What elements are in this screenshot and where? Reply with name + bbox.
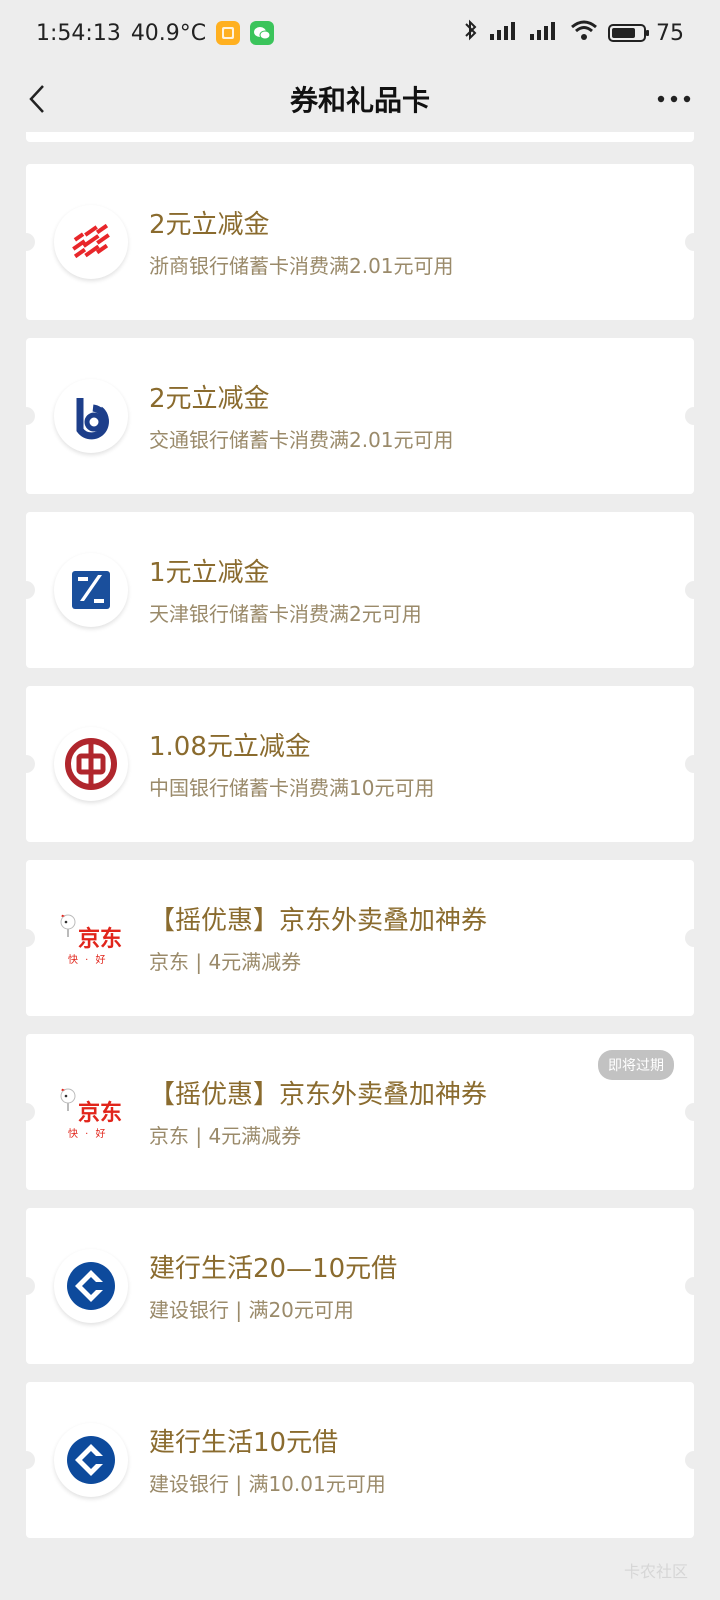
coupon-card[interactable]: 1.08元立减金 中国银行储蓄卡消费满10元可用 (17, 686, 703, 842)
battery-icon (608, 24, 649, 42)
expiring-badge: 即将过期 (598, 1050, 674, 1080)
more-dots-icon (657, 95, 691, 103)
chevron-left-icon (29, 85, 44, 113)
card-notch (685, 233, 703, 251)
card-notch (685, 407, 703, 425)
coupon-title: 【摇优惠】京东外卖叠加神券 (149, 906, 488, 936)
card-notch (17, 407, 35, 425)
card-notch (17, 755, 35, 773)
czbank-logo-icon (54, 205, 128, 279)
status-time: 1:54:13 (36, 20, 121, 46)
coupon-subtitle: 交通银行储蓄卡消费满2.01元可用 (149, 428, 454, 452)
card-notch (685, 755, 703, 773)
signal-icon-1 (490, 20, 520, 46)
card-notch (685, 1103, 703, 1121)
jd-logo-subtext: 快 · 好 (68, 955, 108, 966)
coupon-card[interactable]: 2元立减金 交通银行储蓄卡消费满2.01元可用 (17, 338, 703, 494)
back-button[interactable] (20, 82, 54, 116)
coupon-title: 2元立减金 (149, 210, 270, 240)
coupon-title: 建行生活10元借 (149, 1428, 339, 1458)
card-notch (685, 929, 703, 947)
bluetooth-icon (462, 18, 480, 48)
coupon-subtitle: 建设银行 | 满20元可用 (149, 1298, 354, 1322)
status-left: 1:54:13 40.9°C (36, 20, 275, 46)
coupon-card[interactable]: 即将过期 京东 快 · 好 【摇优惠】京东外卖叠加神券 京东 | 4元满减券 (17, 1034, 703, 1190)
jd-logo-text: 京东 (78, 1101, 123, 1126)
jd-logo-text: 京东 (78, 927, 123, 952)
coupon-subtitle: 建设银行 | 满10.01元可用 (149, 1472, 386, 1496)
card-notch (17, 581, 35, 599)
card-notch (17, 1103, 35, 1121)
coupon-subtitle: 浙商银行储蓄卡消费满2.01元可用 (149, 254, 454, 278)
card-notch (17, 929, 35, 947)
jd-dog-icon (59, 1087, 76, 1111)
partial-card (26, 132, 694, 142)
coupon-title: 2元立减金 (149, 384, 270, 414)
coupon-subtitle: 京东 | 4元满减券 (149, 950, 302, 974)
coupon-title: 1.08元立减金 (149, 732, 311, 762)
gallery-app-icon (216, 21, 241, 45)
card-notch (17, 1277, 35, 1295)
coupon-card[interactable]: 2元立减金 浙商银行储蓄卡消费满2.01元可用 (17, 164, 703, 320)
card-notch (685, 581, 703, 599)
coupon-card[interactable]: 建行生活20—10元借 建设银行 | 满20元可用 (17, 1208, 703, 1364)
coupon-card[interactable]: 1元立减金 天津银行储蓄卡消费满2元可用 (17, 512, 703, 668)
coupon-title: 1元立减金 (149, 558, 270, 588)
wechat-app-icon (250, 21, 275, 45)
jd-logo-icon: 京东 快 · 好 (54, 901, 128, 975)
battery-fill (612, 28, 635, 38)
coupon-title: 【摇优惠】京东外卖叠加神券 (149, 1080, 488, 1110)
page-title: 券和礼品卡 (289, 84, 430, 117)
more-button[interactable] (652, 86, 696, 112)
ccb-logo-icon (54, 1249, 128, 1323)
status-right: 75 (462, 18, 684, 48)
status-temperature: 40.9°C (130, 20, 207, 46)
coupon-card[interactable]: 京东 快 · 好 【摇优惠】京东外卖叠加神券 京东 | 4元满减券 (17, 860, 703, 1016)
bank-of-tianjin-logo-icon (54, 553, 128, 627)
watermark: 卡农社区 (623, 1562, 688, 1581)
status-bar: 1:54:13 40.9°C 75 (0, 0, 720, 66)
bank-of-china-logo-icon (54, 727, 128, 801)
coupon-card[interactable]: 建行生活10元借 建设银行 | 满10.01元可用 (17, 1382, 703, 1538)
bankcomm-logo-icon (54, 379, 128, 453)
card-notch (685, 1277, 703, 1295)
coupon-title: 建行生活20—10元借 (149, 1254, 398, 1284)
jd-dog-icon (59, 913, 76, 937)
card-notch (685, 1451, 703, 1469)
coupon-subtitle: 中国银行储蓄卡消费满10元可用 (149, 776, 435, 800)
battery-level: 75 (656, 20, 684, 46)
card-notch (17, 1451, 35, 1469)
card-notch (17, 233, 35, 251)
coupon-subtitle: 天津银行储蓄卡消费满2元可用 (149, 602, 422, 626)
nav-bar: 券和礼品卡 (0, 66, 720, 132)
jd-logo-icon: 京东 快 · 好 (54, 1075, 128, 1149)
wifi-icon (570, 19, 598, 47)
jd-logo-subtext: 快 · 好 (68, 1129, 108, 1140)
signal-icon-2 (530, 20, 560, 46)
coupon-subtitle: 京东 | 4元满减券 (149, 1124, 302, 1148)
ccb-logo-icon (54, 1423, 128, 1497)
